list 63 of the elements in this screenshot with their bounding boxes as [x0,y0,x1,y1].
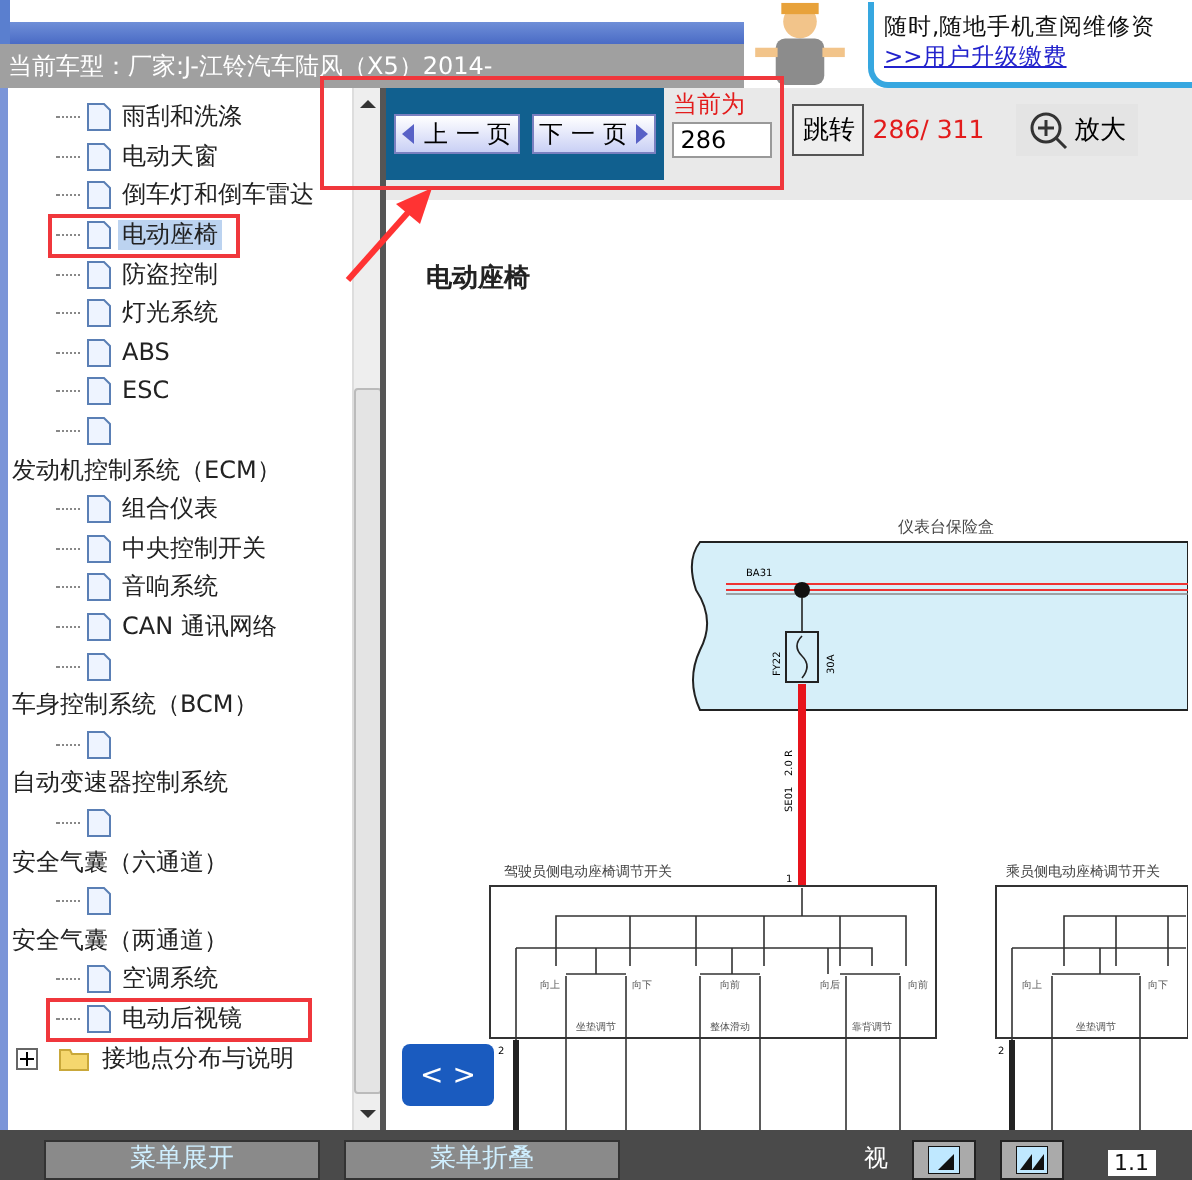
tree-item[interactable]: 电动天窗 [118,141,222,172]
tree-item[interactable]: 组合仪表 [118,494,222,525]
page-icon [86,141,112,172]
scrollbar[interactable] [352,88,380,1130]
page-number-field[interactable]: 286 [672,122,773,158]
double-triangle-icon [1016,1146,1048,1174]
zoom-in-icon [1028,110,1069,150]
tree-item[interactable]: 接地点分布与说明 [98,1043,298,1074]
page-icon [86,298,112,329]
page-icon [86,220,112,251]
tree-item[interactable]: ESC [118,376,174,407]
fit-icon-button[interactable] [1000,1140,1064,1180]
next-page-icon-button[interactable] [912,1140,976,1180]
page-count: 286/ 311 [872,114,985,144]
page-icon [86,533,112,564]
next-page-button[interactable]: 下 一 页 [531,114,657,154]
tree-item[interactable]: 灯光系统 [118,298,222,329]
jump-button[interactable]: 跳转 [792,104,865,156]
tree-item[interactable]: 中央控制开关 [118,533,270,564]
promo-text: 随时,随地手机查阅维修资 [884,12,1158,42]
page-icon [86,612,112,643]
previous-page-button[interactable]: 上 一 页 [394,114,520,154]
page-icon [86,729,112,760]
fuse-symbol [785,582,819,683]
fuse-box-label: 仪表台保险盒 [898,518,994,536]
tree-group-label[interactable]: 发动机控制系统（ECM） [12,453,281,488]
model-label: 当前车型： [8,49,128,83]
page-icon [86,964,112,995]
page-icon [86,180,112,211]
page-icon [86,1003,112,1034]
view-label: 视 [864,1142,888,1176]
page-icon [86,886,112,917]
tree-item[interactable]: CAN 通讯网络 [118,612,281,643]
page-toggle-button[interactable]: < > [402,1044,494,1106]
tree-item[interactable]: 音响系统 [118,572,222,603]
tree-item[interactable]: 雨刮和洗涤 [118,102,246,133]
page-icon [86,259,112,290]
tree-item[interactable]: 防盗控制 [118,259,222,290]
tree-group-label[interactable]: 自动变速器控制系统 [12,766,228,801]
triangle-icon [928,1146,960,1174]
page-icon [86,572,112,603]
current-page-label: 当前为 [672,88,747,122]
version-label: 1.1 [1108,1150,1155,1176]
expand-icon[interactable] [16,1047,38,1070]
zoom-in-button[interactable]: 放大 [1016,104,1139,156]
tree-item[interactable]: 倒车灯和倒车雷达 [118,180,318,211]
diagram-title: 电动座椅 [426,261,530,296]
tree-item[interactable]: 电动座椅 [118,220,222,251]
page-icon [86,102,112,133]
folder-icon [58,1045,90,1072]
page-icon [86,651,112,682]
page-icon [86,494,112,525]
tree-item[interactable]: 空调系统 [118,964,222,995]
page-icon [86,337,112,368]
page-icon [86,807,112,838]
page-icon [86,376,112,407]
tree-item[interactable]: 电动后视镜 [118,1003,246,1034]
page-icon [86,416,112,447]
tree-group-label[interactable]: 安全气囊（六通道） [12,845,228,880]
tree-group-label[interactable]: 车身控制系统（BCM） [12,688,258,723]
tree-item[interactable]: ABS [118,337,174,368]
tree-group-label[interactable]: 安全气囊（两通道） [12,923,228,958]
upgrade-link[interactable]: >>用户升级缴费 [884,42,1067,72]
